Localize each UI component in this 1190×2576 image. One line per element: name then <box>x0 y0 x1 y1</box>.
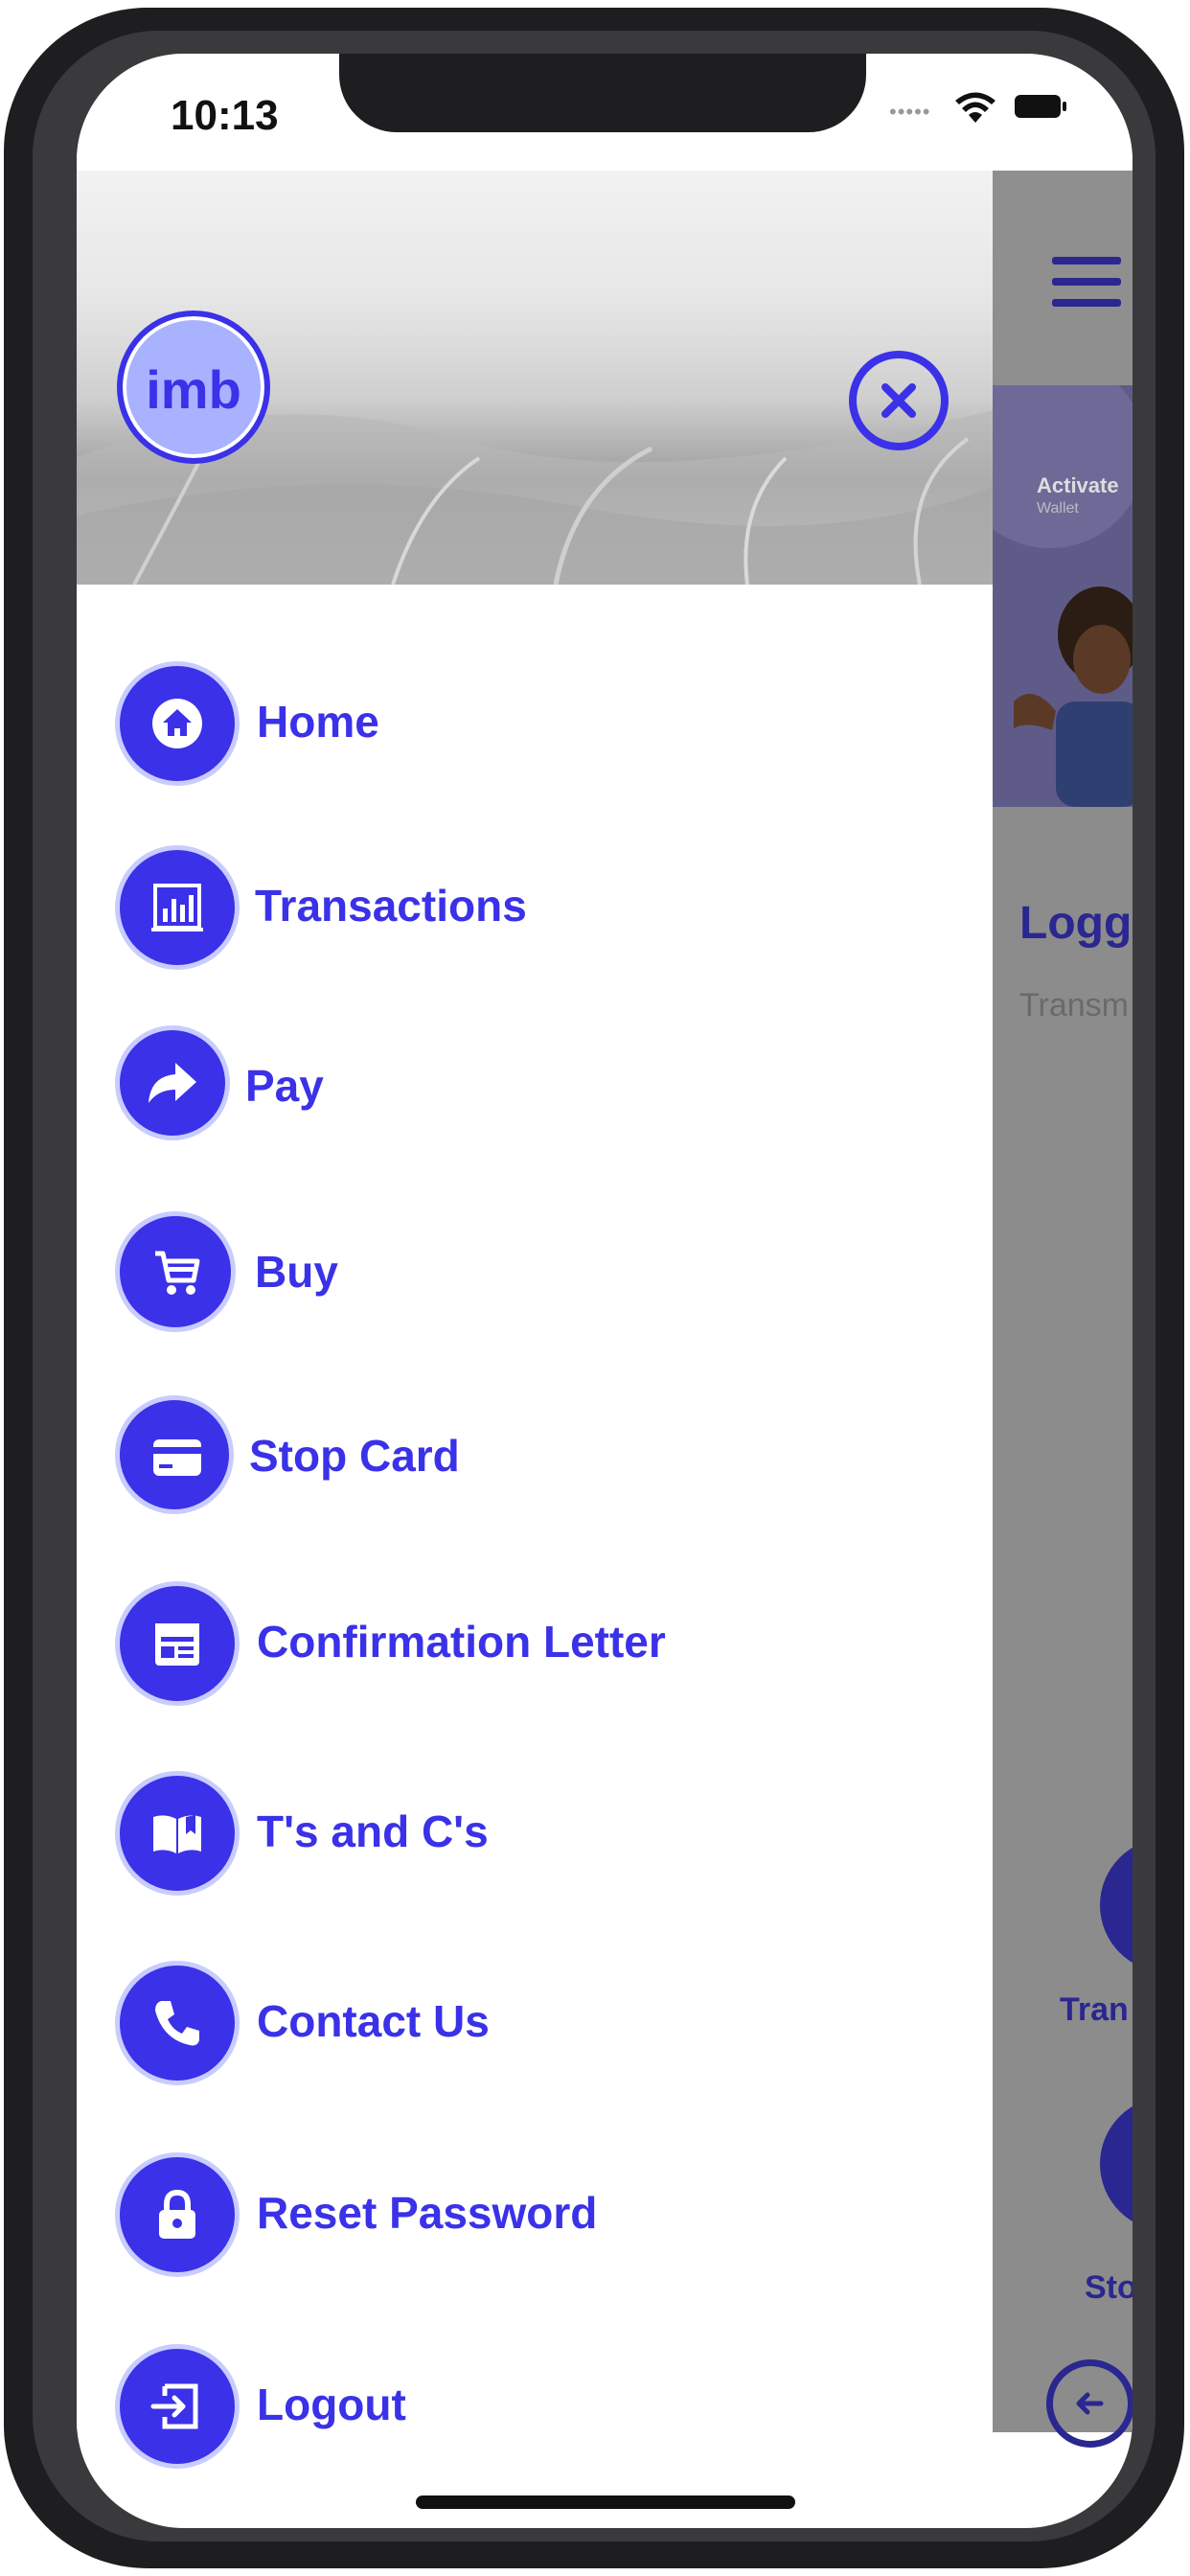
close-drawer-button[interactable] <box>849 351 949 450</box>
battery-icon <box>1015 95 1066 118</box>
bar-chart-icon <box>115 845 240 970</box>
logout-icon <box>115 2344 240 2469</box>
menu-item-terms[interactable]: T's and C's <box>115 1771 958 1905</box>
menu-item-label: Reset Password <box>257 2188 598 2238</box>
menu-item-pay[interactable]: Pay <box>115 1025 958 1160</box>
menu-item-label: Confirmation Letter <box>257 1617 666 1667</box>
background-app-button-1-label: Tran <box>1060 1991 1129 2028</box>
phone-icon <box>115 1961 240 2085</box>
home-indicator <box>416 2496 795 2509</box>
navigation-drawer: imb Home Transactions Pay Buy Stop Card … <box>77 171 993 2469</box>
logo-text: imb <box>146 359 241 420</box>
background-app-button-1 <box>1100 1838 1133 1972</box>
book-icon <box>115 1771 240 1896</box>
screen: 10:13 ••••• Activate Wallet Logg Transm … <box>77 54 1133 2528</box>
menu-item-home[interactable]: Home <box>115 661 958 795</box>
background-app: Activate Wallet Logge Transm Tran Sto <box>993 171 1133 2448</box>
cart-icon <box>115 1211 236 1332</box>
credit-card-icon <box>115 1395 234 1514</box>
menu-item-label: Pay <box>245 1061 324 1111</box>
menu-item-label: Transactions <box>255 881 527 931</box>
wifi-icon <box>955 92 995 123</box>
notch <box>339 54 866 132</box>
banner-title: Activate <box>1037 473 1119 497</box>
menu-item-transactions[interactable]: Transactions <box>115 845 958 979</box>
drawer-header: imb <box>77 171 993 585</box>
banner-decoration <box>993 385 1133 548</box>
menu-item-label: Stop Card <box>249 1431 460 1481</box>
menu-item-label: Home <box>257 697 379 747</box>
menu-item-stop-card[interactable]: Stop Card <box>115 1395 958 1530</box>
background-app-title: Logge <box>1019 898 1133 949</box>
lock-icon <box>115 2152 240 2277</box>
status-time: 10:13 <box>171 92 279 139</box>
menu-item-logout[interactable]: Logout <box>115 2344 958 2478</box>
menu-item-confirmation-letter[interactable]: Confirmation Letter <box>115 1581 958 1715</box>
background-app-subtitle: Transm <box>1019 987 1129 1024</box>
menu-item-label: Logout <box>257 2380 406 2429</box>
background-app-banner: Activate Wallet <box>993 385 1133 807</box>
menu-item-label: Buy <box>255 1247 338 1297</box>
calendar-icon <box>115 1581 240 1706</box>
close-icon <box>881 383 916 418</box>
banner-person-image <box>1014 586 1133 807</box>
share-arrow-icon <box>115 1025 230 1140</box>
back-arrow-icon <box>1046 2359 1133 2448</box>
home-icon <box>115 661 240 786</box>
background-app-button-2 <box>1100 2097 1133 2231</box>
background-app-header <box>993 171 1133 385</box>
imb-logo: imb <box>117 310 270 464</box>
menu-item-reset-password[interactable]: Reset Password <box>115 2152 958 2287</box>
signal-icon: ••••• <box>889 100 931 124</box>
background-app-button-2-label: Sto <box>1085 2269 1133 2306</box>
menu-item-buy[interactable]: Buy <box>115 1211 958 1346</box>
hamburger-menu-icon <box>1052 257 1121 307</box>
menu-item-contact-us[interactable]: Contact Us <box>115 1961 958 2095</box>
device-bezel: 10:13 ••••• Activate Wallet Logg Transm … <box>0 0 1190 2576</box>
banner-subtitle: Wallet <box>1037 500 1079 517</box>
menu-item-label: Contact Us <box>257 1996 490 2046</box>
status-bar: 10:13 ••••• <box>77 54 1133 171</box>
menu-item-label: T's and C's <box>257 1806 489 1856</box>
